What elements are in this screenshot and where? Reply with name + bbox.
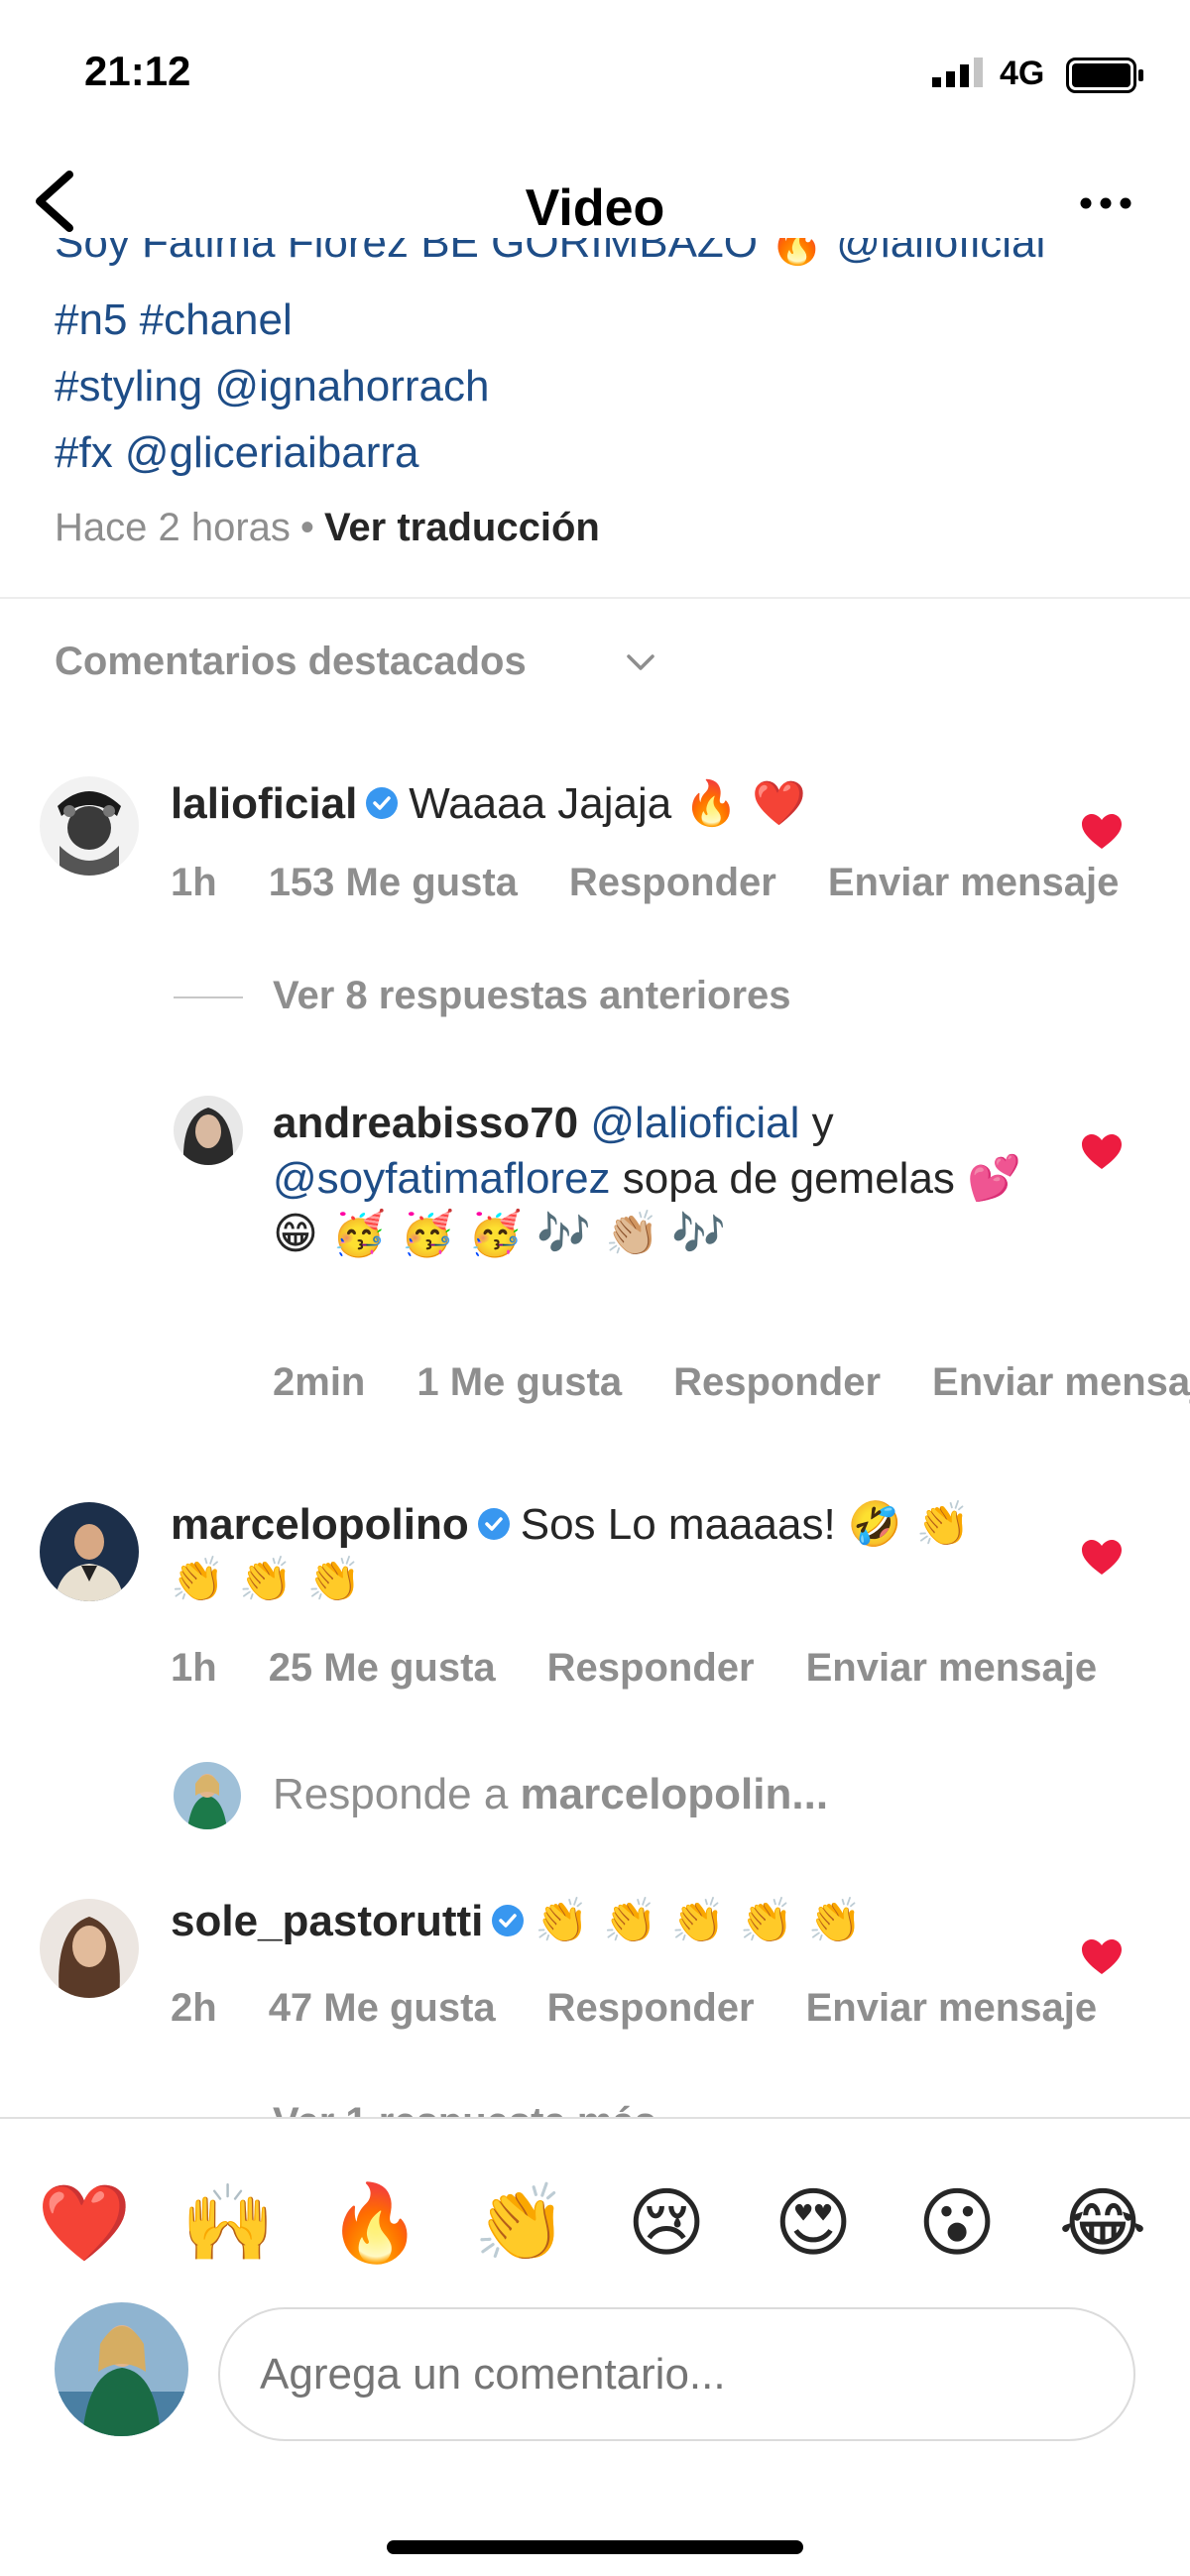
heart-icon[interactable] <box>1081 1539 1123 1577</box>
avatar <box>55 2302 188 2436</box>
reply-to-field[interactable]: Responde a marcelopolin... <box>273 1770 828 1819</box>
send-message-button[interactable]: Enviar mensaje <box>932 1360 1190 1404</box>
reaction-clap[interactable]: 👏 <box>471 2173 570 2273</box>
caption-cut-line: Soy Fatima Florez BE GORIMBAZO 🔥 @laliof… <box>55 238 1165 297</box>
caption-hashtags[interactable]: #n5 #chanel <box>55 295 293 345</box>
avatar[interactable] <box>174 1096 243 1165</box>
comment-username[interactable]: andreabisso70 <box>273 1099 578 1147</box>
chevron-down-icon[interactable] <box>623 644 658 680</box>
send-message-button[interactable]: Enviar mensaje <box>828 861 1120 904</box>
caption-fx[interactable]: #fx @gliceriaibarra <box>55 428 418 478</box>
verified-badge-icon <box>492 1905 525 1937</box>
reply-to-prefix: Responde a <box>273 1770 509 1818</box>
reaction-raised-hands[interactable]: 🙌 <box>178 2173 278 2273</box>
send-message-button[interactable]: Enviar mensaje <box>806 1646 1098 1690</box>
caption-separator: • <box>299 506 314 549</box>
mention-link[interactable]: @soyfatimaflorez <box>273 1154 611 1203</box>
caption-cut-text: Soy Fatima Florez BE GORIMBAZO 🔥 @laliof… <box>55 238 1046 267</box>
reaction-crying[interactable]: 😢 <box>617 2173 716 2273</box>
comment-username[interactable]: marcelopolino <box>171 1500 469 1549</box>
avatar[interactable] <box>40 1899 139 1998</box>
comment-emoji-tail: 🎶 <box>670 1209 726 1259</box>
status-bar: 21:12 4G <box>0 0 1190 149</box>
replies-divider <box>174 996 243 998</box>
like-count[interactable]: 47 Me gusta <box>269 1986 496 2030</box>
avatar[interactable] <box>40 1502 139 1601</box>
translate-link[interactable]: Ver traducción <box>324 506 600 549</box>
view-previous-replies-button[interactable]: Ver 8 respuestas anteriores <box>273 974 791 1018</box>
status-time: 21:12 <box>84 48 191 94</box>
reply-button[interactable]: Responder <box>569 861 776 904</box>
verified-badge-icon <box>477 1508 510 1541</box>
comment-andreabisso70: andreabisso70 @lalioficial y @soyfatimaf… <box>273 1096 1066 1262</box>
comment-time: 2min <box>273 1360 366 1404</box>
heart-icon[interactable] <box>1081 813 1123 851</box>
reaction-surprised[interactable]: 😮 <box>907 2173 1007 2273</box>
reaction-heart[interactable]: ❤️ <box>35 2173 134 2273</box>
send-message-button[interactable]: Enviar mensaje <box>806 1986 1098 2030</box>
comment-body: sopa de gemelas <box>622 1154 955 1203</box>
reply-button[interactable]: Responder <box>547 1646 755 1690</box>
comment-time: 1h <box>171 861 217 904</box>
home-indicator[interactable] <box>387 2540 803 2554</box>
avatar <box>174 1762 241 1829</box>
like-count[interactable]: 153 Me gusta <box>269 861 518 904</box>
comment-username[interactable]: lalioficial <box>171 779 357 828</box>
caption-time: Hace 2 horas <box>55 506 291 549</box>
avatar[interactable] <box>40 776 139 876</box>
more-options-icon[interactable] <box>1071 178 1140 228</box>
comment-time: 1h <box>171 1646 217 1690</box>
caption-styling[interactable]: #styling @ignahorrach <box>55 362 489 411</box>
comment-meta: 1h 25 Me gusta Responder Enviar mensaje <box>171 1646 1148 1691</box>
comment-body: Sos Lo maaaas! <box>520 1500 836 1549</box>
battery-icon <box>1066 58 1143 93</box>
view-more-replies-cut: Ver 1 respuesta más <box>273 2082 868 2122</box>
signal-icon <box>932 58 983 87</box>
heart-icon[interactable] <box>1081 1133 1123 1171</box>
featured-comments-label[interactable]: Comentarios destacados <box>55 640 527 684</box>
post-caption: Soy Fatima Florez BE GORIMBAZO 🔥 @laliof… <box>55 238 1165 570</box>
comment-lalioficial: lalioficial Waaaa Jajaja 🔥 ❤️ <box>171 776 994 832</box>
reply-button[interactable]: Responder <box>673 1360 881 1404</box>
comment-meta: 2h 47 Me gusta Responder Enviar mensaje <box>171 1986 1148 2031</box>
heart-icon[interactable] <box>1081 1938 1123 1976</box>
caption-meta: Hace 2 horas • Ver traducción <box>55 506 600 550</box>
comment-time: 2h <box>171 1986 217 2030</box>
comment-meta: 2min 1 Me gusta Responder Enviar mensaje <box>273 1360 1190 1405</box>
comment-connector: y <box>811 1099 834 1147</box>
reaction-heart-eyes[interactable]: 😍 <box>764 2173 863 2273</box>
like-count[interactable]: 1 Me gusta <box>416 1360 622 1404</box>
reaction-laughing[interactable]: 😂 <box>1053 2173 1152 2273</box>
comment-sole-pastorutti: sole_pastorutti 👏 👏 👏 👏 👏 <box>171 1894 994 1949</box>
reaction-fire[interactable]: 🔥 <box>325 2173 424 2273</box>
mention-link[interactable]: @lalioficial <box>590 1099 799 1147</box>
page-title: Video <box>525 179 665 237</box>
reply-button[interactable]: Responder <box>547 1986 755 2030</box>
comment-emoji: 👏 👏 👏 👏 👏 <box>535 1896 863 1946</box>
comment-meta: 1h 153 Me gusta Responder Enviar mensaje <box>171 861 1170 905</box>
comment-composer-panel: ❤️ 🙌 🔥 👏 😢 😍 😮 😂 <box>0 2117 1190 2576</box>
comment-body: Waaaa Jajaja <box>409 779 672 828</box>
comment-input[interactable] <box>218 2307 1135 2441</box>
comment-marcelopolino: marcelopolino Sos Lo maaaas! 🤣 👏 👏 👏 👏 <box>171 1497 994 1608</box>
like-count[interactable]: 25 Me gusta <box>269 1646 496 1690</box>
network-label: 4G <box>1000 55 1045 92</box>
reply-to-user: marcelopolin... <box>520 1770 829 1818</box>
verified-badge-icon <box>366 787 399 820</box>
comment-username[interactable]: sole_pastorutti <box>171 1897 483 1945</box>
divider <box>0 597 1190 599</box>
comment-emoji: 🔥 ❤️ <box>683 778 807 829</box>
